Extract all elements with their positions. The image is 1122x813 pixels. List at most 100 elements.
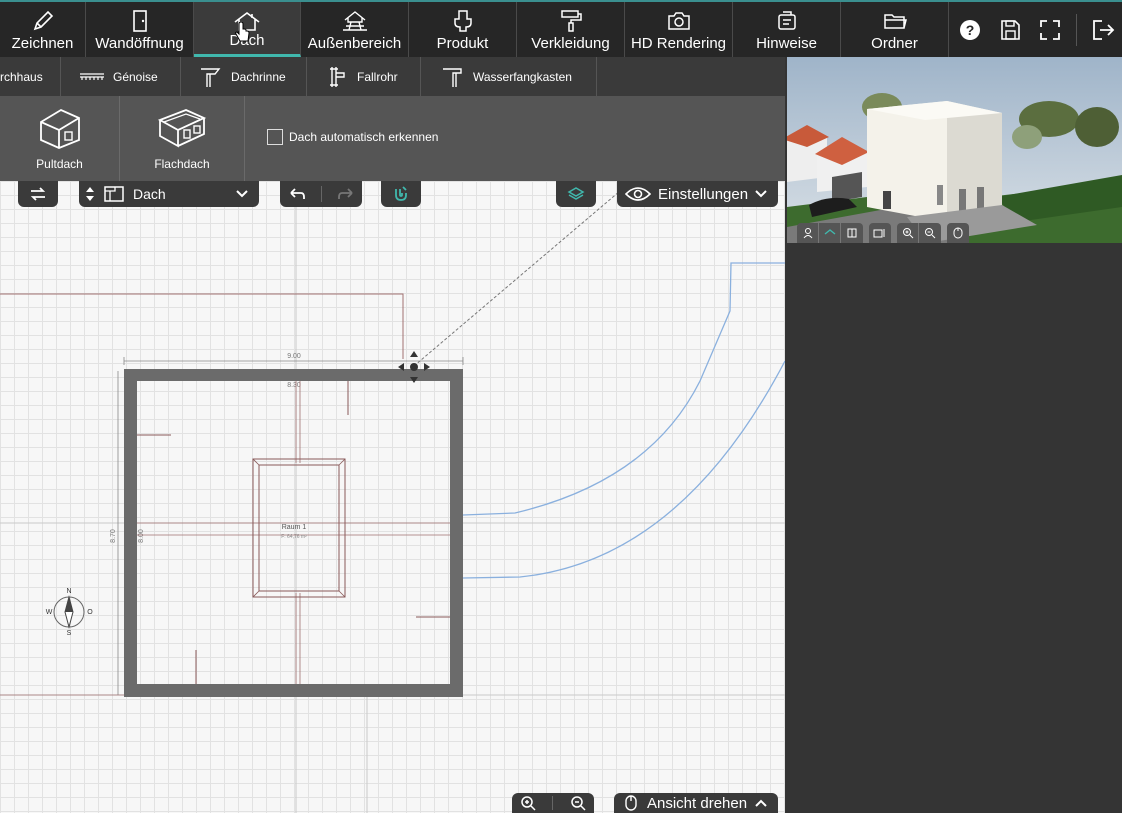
- roof-card-label: Flachdach: [154, 157, 210, 171]
- redo-icon[interactable]: [337, 187, 355, 201]
- fullscreen-button[interactable]: [1036, 16, 1064, 44]
- swap-icon: [30, 187, 46, 201]
- toolbar-label: Produkt: [436, 35, 489, 52]
- zoom-out-icon: [925, 228, 936, 239]
- subbar-item-dachrinne[interactable]: Dachrinne: [181, 57, 307, 96]
- auto-detect-roof-checkbox[interactable]: Dach automatisch erkennen: [267, 129, 438, 145]
- subbar-label: rchhaus: [0, 69, 43, 84]
- camera-settings-icon: [873, 229, 885, 238]
- roof-type-panel: Pultdach Flachdach Dach automatisch erke…: [0, 96, 785, 181]
- right-panel: [785, 57, 1122, 813]
- subbar-label: Dachrinne: [231, 69, 286, 84]
- save-button[interactable]: [996, 16, 1024, 44]
- downpipe-icon: [330, 66, 345, 87]
- toilet-icon: [453, 10, 472, 32]
- updown-icon: [86, 187, 94, 201]
- svg-text:W: W: [46, 609, 53, 616]
- view-mode-group: [797, 223, 863, 243]
- level-select[interactable]: Dach: [79, 181, 259, 207]
- roof-card-flachdach[interactable]: Flachdach: [120, 96, 245, 181]
- zoom-in-icon: [902, 228, 913, 239]
- checkbox-box[interactable]: [267, 129, 283, 145]
- folder-icon: [883, 14, 907, 29]
- help-button[interactable]: ?: [956, 16, 984, 44]
- toolbar-label: HD Rendering: [630, 35, 727, 52]
- rotate-view-button[interactable]: Ansicht drehen: [614, 793, 778, 813]
- toolbar-label: Verkleidung: [531, 35, 610, 52]
- subbar-label: Wasserfangkasten: [473, 69, 572, 84]
- svg-text:N: N: [66, 588, 71, 595]
- room-area: F: 64,76 m²: [281, 534, 307, 540]
- svg-text:S: S: [67, 630, 72, 637]
- pencil-icon: [33, 10, 53, 31]
- subbar-item-genoise[interactable]: Génoise: [61, 57, 181, 96]
- dimension-inner-height: 8.00: [138, 529, 145, 543]
- toolbar-aussenbereich[interactable]: Außenbereich: [301, 2, 409, 57]
- roof-view-icon: [824, 229, 835, 235]
- zoom-in-icon[interactable]: [520, 795, 536, 811]
- floorplan-canvas[interactable]: 9.00 8.70 8.30 8.00 Raum 1 F: 64,76 m² N…: [0, 181, 785, 813]
- rotate-view-label: Ansicht drehen: [647, 794, 748, 812]
- toolbar-hinweise[interactable]: Hinweise: [733, 2, 841, 57]
- magnet-button[interactable]: [381, 181, 421, 207]
- toolbar-label: Ordner: [871, 35, 918, 52]
- toolbar-zeichnen[interactable]: Zeichnen: [0, 2, 86, 57]
- eye-icon: [625, 187, 651, 201]
- settings-dropdown[interactable]: Einstellungen: [617, 181, 778, 207]
- toolbar-label: Außenbereich: [307, 35, 402, 52]
- logout-button[interactable]: [1089, 16, 1117, 44]
- camera-group: [869, 223, 891, 243]
- 3d-scene-image: [787, 57, 1122, 243]
- magnet-icon: [395, 186, 407, 201]
- swap-view-button[interactable]: [18, 181, 58, 207]
- 3d-view-toolbar: [797, 223, 975, 243]
- svg-text:?: ?: [966, 22, 975, 38]
- zoom-out-icon[interactable]: [570, 795, 586, 811]
- subbar-item-dachhaus[interactable]: rchhaus: [0, 57, 61, 96]
- roof-card-pultdach[interactable]: Pultdach: [0, 96, 120, 181]
- person-icon: [803, 228, 812, 239]
- 3d-mouse-group: [947, 223, 969, 243]
- chevron-down-icon: [755, 190, 767, 198]
- dimension-inner-width: 8.30: [287, 382, 301, 389]
- flachdach-icon: [157, 109, 207, 148]
- chevron-up-icon: [755, 799, 767, 807]
- section-view-button[interactable]: [841, 223, 863, 243]
- paint-roller-icon: [560, 10, 582, 32]
- fullscreen-icon: [1040, 20, 1060, 40]
- building-walls: [124, 369, 463, 697]
- toolbar-dach[interactable]: Dach: [194, 2, 301, 57]
- subbar-item-fallrohr[interactable]: Fallrohr: [307, 57, 421, 96]
- section-icon: [847, 228, 857, 238]
- orbit-view-button[interactable]: [819, 223, 841, 243]
- pultdach-icon: [39, 108, 80, 149]
- door-icon: [132, 10, 147, 32]
- save-icon: [1001, 20, 1020, 40]
- mouse-icon: [953, 227, 963, 239]
- chevron-down-icon: [236, 190, 248, 198]
- mouse-icon: [625, 795, 637, 811]
- toolbar-produkt[interactable]: Produkt: [409, 2, 517, 57]
- camera-settings-button[interactable]: [869, 223, 891, 243]
- layers-button[interactable]: [556, 181, 596, 207]
- 3d-preview[interactable]: [787, 57, 1122, 243]
- dimension-height: 8.70: [110, 529, 117, 543]
- main-toolbar: Zeichnen Wandöffnung Dach Außenbereich: [0, 0, 1122, 57]
- subbar-label: Fallrohr: [357, 69, 398, 84]
- level-select-value: Dach: [133, 186, 166, 202]
- toolbar-label: Hinweise: [756, 35, 817, 52]
- app: Zeichnen Wandöffnung Dach Außenbereich: [0, 0, 1122, 813]
- 3d-zoom-out-button[interactable]: [919, 223, 941, 243]
- 3d-mouse-button[interactable]: [947, 223, 969, 243]
- dimension-width: 9.00: [287, 353, 301, 360]
- toolbar-ordner[interactable]: Ordner: [841, 2, 949, 57]
- subbar-item-wasserfangkasten[interactable]: Wasserfangkasten: [421, 57, 597, 96]
- undo-icon[interactable]: [288, 187, 306, 201]
- logout-icon: [1093, 20, 1115, 40]
- toolbar-verkleidung[interactable]: Verkleidung: [517, 2, 625, 57]
- person-view-button[interactable]: [797, 223, 819, 243]
- auto-detect-label: Dach automatisch erkennen: [289, 130, 439, 144]
- toolbar-wandoeffnung[interactable]: Wandöffnung: [86, 2, 194, 57]
- 3d-zoom-in-button[interactable]: [897, 223, 919, 243]
- toolbar-hd-rendering[interactable]: HD Rendering: [625, 2, 733, 57]
